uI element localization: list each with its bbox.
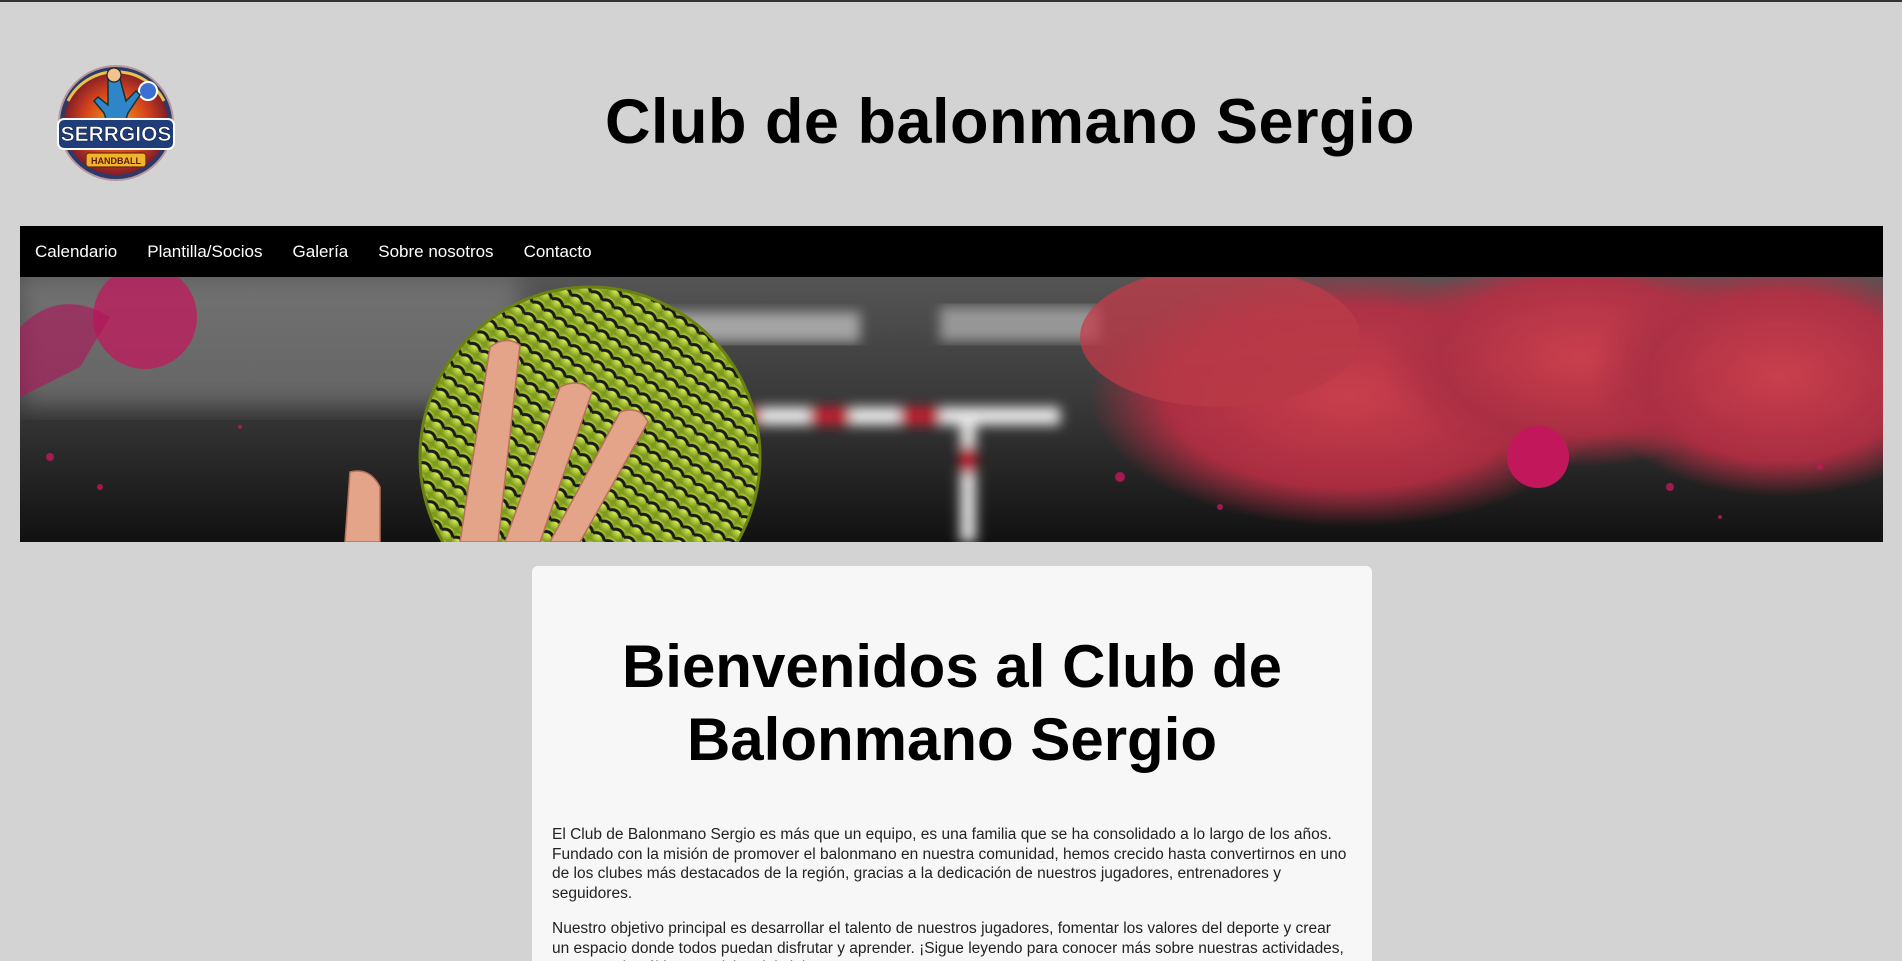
handball-banner-image bbox=[20, 277, 1883, 542]
mission-paragraph: Nuestro objetivo principal es desarrolla… bbox=[552, 920, 1344, 961]
page: SERRGIOS HANDBALL Club de balonmano Serg… bbox=[0, 0, 1902, 961]
hero-banner bbox=[20, 277, 1883, 542]
nav-item-galeria[interactable]: Galería bbox=[293, 242, 349, 262]
intro-paragraph: El Club de Balonmano Sergio es más que u… bbox=[552, 826, 1347, 902]
welcome-card: Bienvenidos al Club de Balonmano Sergio … bbox=[532, 566, 1372, 961]
main-navigation: Calendario Plantilla/Socios Galería Sobr… bbox=[20, 226, 1883, 277]
nav-item-contacto[interactable]: Contacto bbox=[524, 242, 592, 262]
nav-item-plantilla-socios[interactable]: Plantilla/Socios bbox=[147, 242, 262, 262]
nav-item-calendario[interactable]: Calendario bbox=[35, 242, 117, 262]
welcome-heading: Bienvenidos al Club de Balonmano Sergio bbox=[621, 633, 1283, 773]
site-title: Club de balonmano Sergio bbox=[604, 87, 1416, 157]
nav-item-sobre-nosotros[interactable]: Sobre nosotros bbox=[378, 242, 493, 262]
